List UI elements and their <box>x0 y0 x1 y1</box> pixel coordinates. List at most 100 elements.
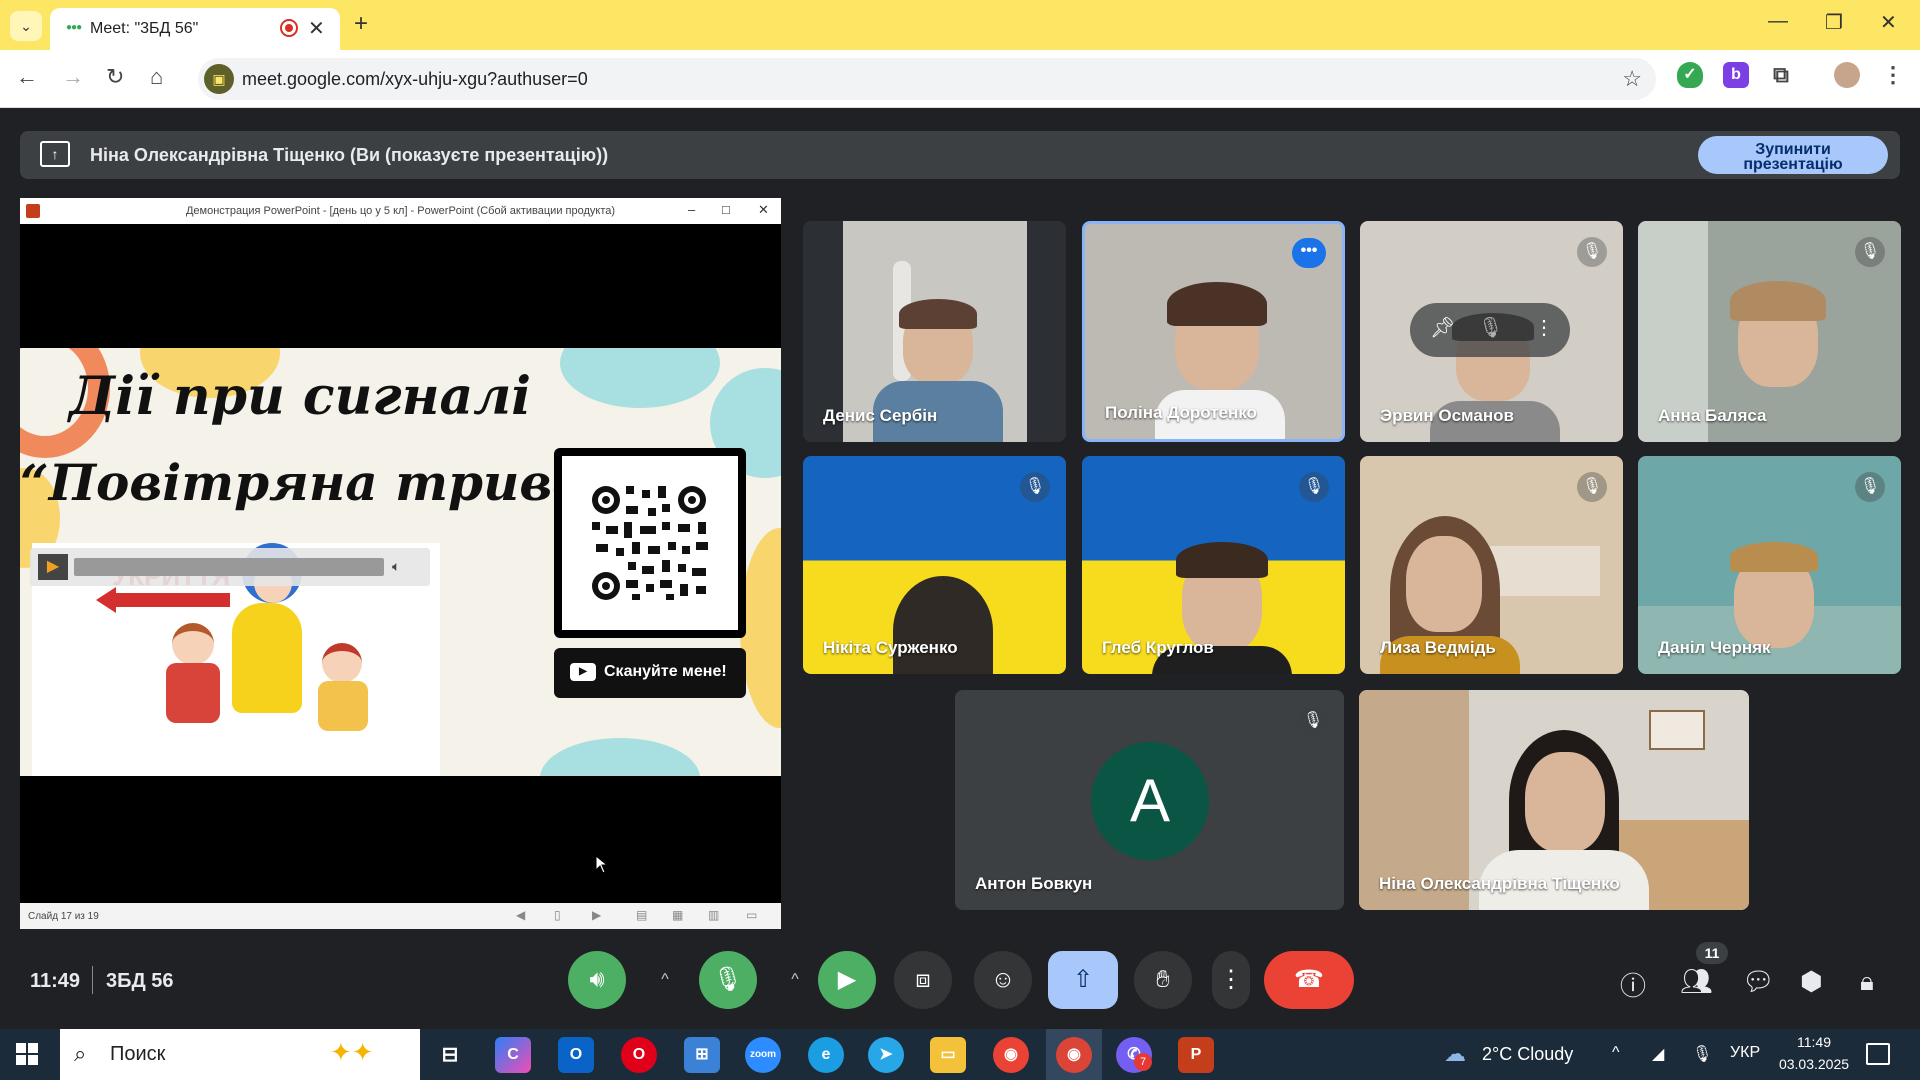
ppt-minimize-icon[interactable]: – <box>688 202 695 217</box>
captions-button[interactable]: ⧈ <box>894 951 952 1009</box>
meeting-details-icon[interactable]: ⓘ <box>1620 966 1646 1003</box>
audio-options-chevron-icon[interactable]: ^ <box>648 951 682 1009</box>
notifications-icon[interactable] <box>1866 1043 1890 1065</box>
tile-hover-controls[interactable]: 📌︎ 🎙︎ ⋮ <box>1410 303 1570 357</box>
extensions-puzzle-icon[interactable]: ⧉ <box>1768 62 1794 88</box>
participant-tile-self[interactable]: Ніна Олександрівна Тіщенко <box>1359 690 1749 910</box>
next-slide-icon[interactable]: ▶ <box>592 908 601 922</box>
meet-audio-icon: ●●● <box>66 22 82 33</box>
volume-icon[interactable]: 🔈︎ <box>392 558 400 575</box>
microphone-button[interactable]: 🎙︎ <box>699 951 757 1009</box>
people-icon[interactable]: 👥︎ <box>1680 966 1713 997</box>
windows-taskbar: ⌕ Поиск ✦✦ ⊟ C O O ⊞ zoom e ➤ ▭ ◉ ◉ ✆ 7 … <box>0 1029 1920 1080</box>
profile-avatar[interactable] <box>1834 62 1860 88</box>
pin-icon[interactable]: 📌︎ <box>1430 315 1455 340</box>
participant-tile[interactable]: 🎙︎ 📌︎ 🎙︎ ⋮ Эрвин Османов <box>1360 221 1623 442</box>
minimize-icon[interactable]: — <box>1768 10 1788 33</box>
browser-tab-meet[interactable]: ●●● Meet: "3БД 56" ✕ <box>50 8 340 50</box>
zoom-icon[interactable]: zoom <box>745 1037 781 1073</box>
present-button[interactable]: ⇧ <box>1048 951 1118 1009</box>
home-icon[interactable]: ⌂ <box>150 64 163 90</box>
b-extension-icon[interactable]: b <box>1723 62 1749 88</box>
task-view-icon[interactable]: ⊟ <box>432 1037 468 1073</box>
more-options-icon[interactable]: ••• <box>1292 238 1326 268</box>
tray-chevron-icon[interactable]: ^ <box>1612 1044 1620 1062</box>
host-controls-lock-icon[interactable]: 🔒︎ <box>1860 966 1874 998</box>
back-icon[interactable]: ← <box>16 64 38 90</box>
video-progress-bar[interactable] <box>74 558 384 576</box>
participant-tile[interactable]: 🎙︎ Анна Баляса <box>1638 221 1901 442</box>
presentation-window[interactable]: Демонстрация PowerPoint - [день цо у 5 к… <box>20 198 781 929</box>
outlook-icon[interactable]: O <box>558 1037 594 1073</box>
video-options-chevron-icon[interactable]: ^ <box>778 951 812 1009</box>
tab-close-icon[interactable]: ✕ <box>308 16 325 41</box>
participant-count-badge: 11 <box>1696 942 1728 964</box>
weather-text[interactable]: 2°C Cloudy <box>1482 1044 1573 1065</box>
wifi-icon[interactable]: ◢ <box>1652 1044 1664 1064</box>
scan-me-button: ▶ Скануйте мене! <box>554 648 746 698</box>
file-explorer-icon[interactable]: ▭ <box>930 1037 966 1073</box>
mouse-cursor-icon <box>595 855 609 874</box>
slideshow-view-icon[interactable]: ▭ <box>746 908 757 922</box>
powerpoint-taskbar-icon[interactable]: P <box>1178 1037 1214 1073</box>
activities-icon[interactable]: ⬢ <box>1800 966 1823 997</box>
browser-menu-icon[interactable]: ⋮ <box>1880 62 1906 88</box>
language-indicator[interactable]: УКР <box>1730 1044 1760 1062</box>
camera-icon: ▶︎ <box>837 966 857 993</box>
opera-icon[interactable]: O <box>621 1037 657 1073</box>
participant-name: Даніл Черняк <box>1658 638 1771 657</box>
new-tab-icon[interactable]: + <box>354 10 368 38</box>
url-text[interactable]: meet.google.com/xyx-uhju-xgu?authuser=0 <box>242 69 588 90</box>
slide-sorter-icon[interactable]: ▯ <box>554 908 561 922</box>
mother-dress-figure <box>232 603 302 713</box>
windows-start-icon[interactable] <box>16 1043 38 1065</box>
search-highlight-stars-icon: ✦✦ <box>330 1037 374 1067</box>
taskbar-search-box[interactable]: ⌕ Поиск ✦✦ <box>60 1029 420 1080</box>
video-controls[interactable]: ▶ 🔈︎ <box>30 548 430 586</box>
participant-tile[interactable]: 🎙︎ Лиза Ведмідь <box>1360 456 1623 674</box>
mute-participant-icon[interactable]: 🎙︎ <box>1478 315 1503 340</box>
participant-tile[interactable]: 🎙︎ Нікіта Сурженко <box>803 456 1066 674</box>
restore-icon[interactable]: ❐ <box>1825 10 1843 35</box>
omnibox[interactable]: ▣ meet.google.com/xyx-uhju-xgu?authuser=… <box>198 58 1656 100</box>
chrome-icon[interactable]: ◉ <box>993 1037 1029 1073</box>
chrome-profile-icon[interactable]: ◉ <box>1056 1037 1092 1073</box>
more-options-button[interactable]: ⋮ <box>1212 951 1250 1009</box>
edge-icon[interactable]: e <box>808 1037 844 1073</box>
leave-call-button[interactable]: ☎︎ <box>1264 951 1354 1009</box>
play-icon[interactable]: ▶ <box>38 554 68 580</box>
taskbar-date[interactable]: 03.03.2025 <box>1764 1056 1864 1072</box>
chat-icon[interactable]: 💬︎ <box>1742 966 1775 997</box>
taskbar-time[interactable]: 11:49 <box>1774 1034 1854 1050</box>
prev-slide-icon[interactable]: ◀ <box>516 908 525 922</box>
site-info-icon[interactable]: ▣ <box>204 64 234 94</box>
normal-view-icon[interactable]: ▤ <box>636 908 647 922</box>
participant-tile[interactable]: 🎙︎ Даніл Черняк <box>1638 456 1901 674</box>
reading-view-icon[interactable]: ▥ <box>708 908 719 922</box>
shield-extension-icon[interactable]: ✓ <box>1677 62 1703 88</box>
reactions-button[interactable]: ☺ <box>974 951 1032 1009</box>
grid-view-icon[interactable]: ▦ <box>672 908 683 922</box>
copilot-icon[interactable]: C <box>495 1037 531 1073</box>
tab-search-chevron-icon[interactable]: ⌄ <box>10 11 42 41</box>
reload-icon[interactable]: ↻ <box>106 64 124 90</box>
participant-tile[interactable]: Денис Сербін <box>803 221 1066 442</box>
microphone-tray-icon[interactable]: 🎙︎ <box>1692 1044 1712 1064</box>
ppt-close-icon[interactable]: ✕ <box>758 202 769 218</box>
bookmark-star-icon[interactable]: ☆ <box>1622 66 1642 92</box>
speaker-button[interactable]: 🔊︎ <box>568 951 626 1009</box>
ppt-maximize-icon[interactable]: □ <box>722 202 730 217</box>
participant-tile-speaking[interactable]: ••• Поліна Доротенко <box>1082 221 1345 442</box>
stop-presenting-button[interactable]: Зупинити презентацію <box>1698 136 1888 174</box>
scan-me-label: Скануйте мене! <box>604 663 727 680</box>
camera-button[interactable]: ▶︎ <box>818 951 876 1009</box>
participant-tile[interactable]: A 🎙︎ Антон Бовкун <box>955 690 1344 910</box>
telegram-icon[interactable]: ➤ <box>868 1037 904 1073</box>
decor-blob <box>540 738 700 776</box>
tile-menu-icon[interactable]: ⋮ <box>1534 315 1554 340</box>
raise-hand-button[interactable]: ✋︎ <box>1134 951 1192 1009</box>
store-icon[interactable]: ⊞ <box>684 1037 720 1073</box>
forward-icon[interactable]: → <box>62 64 84 90</box>
window-close-icon[interactable]: ✕ <box>1880 10 1897 35</box>
participant-tile[interactable]: 🎙︎ Глеб Круглов <box>1082 456 1345 674</box>
